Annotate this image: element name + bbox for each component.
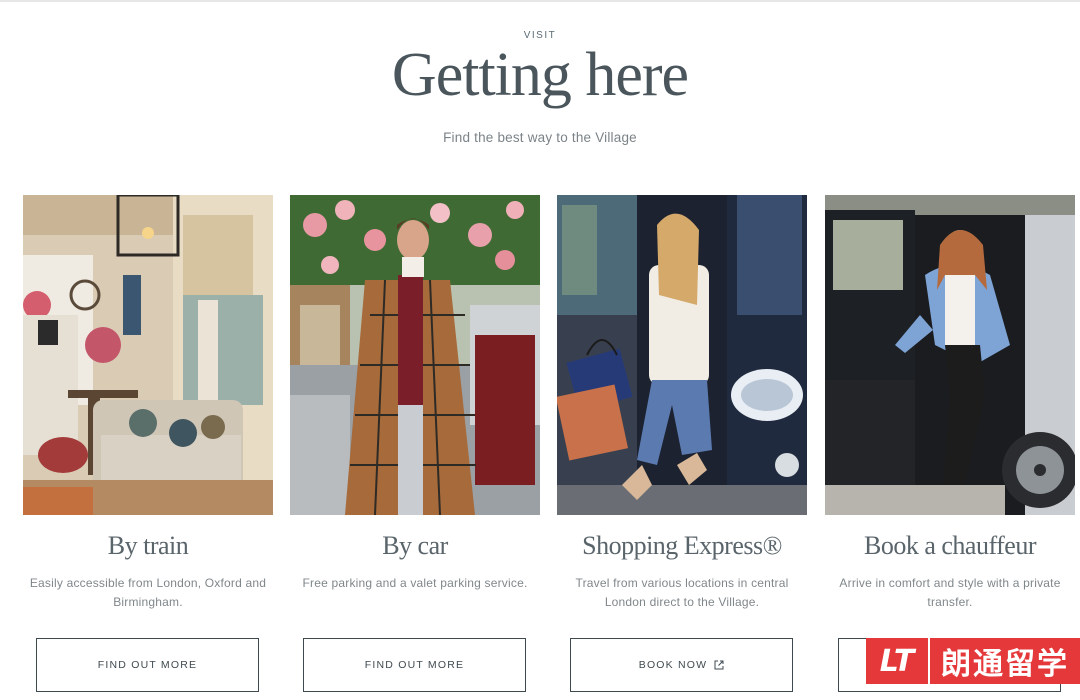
card-description: Travel from various locations in central… — [575, 576, 789, 609]
watermark-logo: LT — [866, 638, 930, 684]
external-link-icon — [714, 660, 724, 670]
card-heading: By train — [107, 531, 189, 560]
button-label: BOOK NOW — [638, 659, 708, 671]
button-label: FIND OUT MORE — [97, 659, 198, 671]
card-by-car: By car Free parking and a valet parking … — [290, 195, 540, 700]
book-now-button[interactable]: BOOK NOW — [570, 638, 793, 692]
card-description: Arrive in comfort and style with a priva… — [839, 576, 1061, 609]
card-heading: Book a chauffeur — [863, 531, 1037, 560]
card-heading: Shopping Express® — [582, 531, 782, 560]
woman-exiting-car-photo[interactable] — [825, 195, 1075, 515]
page-title: Getting here — [391, 41, 689, 109]
card-book-a-chauffeur: Book a chauffeur Arrive in comfort and s… — [825, 195, 1075, 700]
man-in-check-coat-photo[interactable] — [290, 195, 540, 515]
woman-boarding-coach-photo[interactable] — [557, 195, 807, 515]
page-subtitle: Find the best way to the Village — [443, 130, 637, 145]
find-out-more-button[interactable]: FIND OUT MORE — [36, 638, 259, 692]
card-heading: By car — [382, 531, 448, 560]
find-out-more-button[interactable]: FIND OUT MORE — [303, 638, 526, 692]
card-shopping-express: Shopping Express® Travel from various lo… — [557, 195, 807, 700]
top-divider — [0, 0, 1080, 2]
card-by-train: By train Easily accessible from London, … — [23, 195, 273, 700]
card-description: Free parking and a valet parking service… — [302, 576, 528, 590]
button-label: FIND OUT MORE — [364, 659, 465, 671]
watermark-badge: LT 朗通留学 — [866, 638, 1080, 684]
watermark-text: 朗通留学 — [941, 647, 1069, 682]
card-description: Easily accessible from London, Oxford an… — [29, 576, 267, 609]
hotel-lobby-photo[interactable] — [23, 195, 273, 515]
